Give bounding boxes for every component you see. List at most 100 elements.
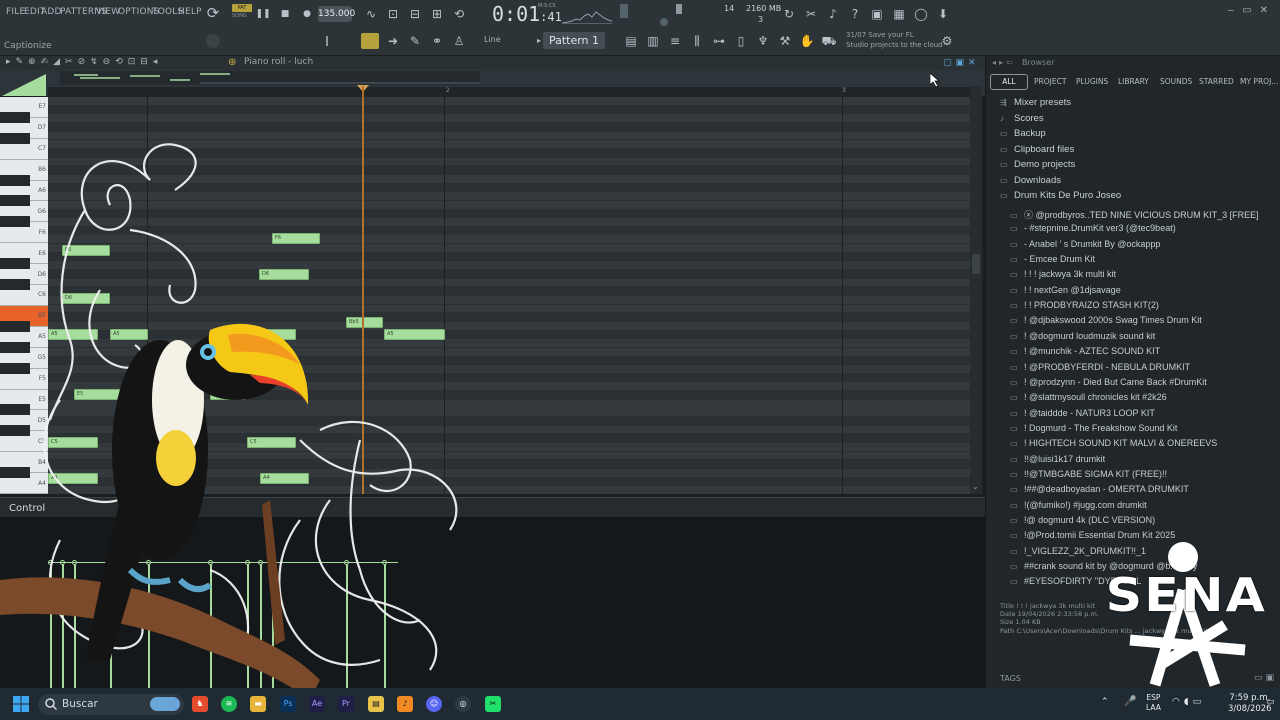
time-format-label[interactable]: M:S:CS (538, 3, 556, 9)
menu-file[interactable]: FILE (6, 7, 25, 17)
tempo-display[interactable]: 135.000 (318, 6, 355, 22)
browser-folder[interactable]: ▭ Downloads (1000, 175, 1061, 186)
countdown-icon[interactable]: ⊟ (406, 5, 424, 23)
spotify-icon[interactable]: ≋ (221, 696, 237, 712)
browser-subfolder[interactable]: ▭ !!@TMBGABE SIGMA KIT (FREE)!! (1010, 469, 1167, 479)
browser-subfolder[interactable]: ▭ ! ! ! jackwya 3k multi kit (1010, 269, 1116, 279)
discord-icon[interactable]: ☺ (426, 696, 442, 712)
browser-nav-icons[interactable]: ◂▸⇦ (992, 58, 1016, 67)
song-toggle[interactable]: SONG (232, 13, 247, 19)
scrollbar-thumb[interactable] (972, 254, 980, 274)
browser-folder[interactable]: ♪ Scores (1000, 113, 1044, 124)
cut-icon[interactable]: ✂ (802, 5, 820, 23)
menu-help[interactable]: HELP (178, 7, 202, 17)
photoshop-icon[interactable]: Ps (280, 696, 296, 712)
language-indicator[interactable]: ESP LAA (1146, 693, 1161, 713)
chat-icon[interactable]: ◯ (912, 5, 930, 23)
file-icon[interactable]: ▯ (732, 32, 750, 50)
step-edit-icon[interactable]: ⊞ (428, 5, 446, 23)
wait-icon[interactable]: ⊡ (384, 5, 402, 23)
browser-subfolder[interactable]: ▭ ! ! PRODBYRAIZO STASH KIT(2) (1010, 300, 1159, 310)
piano-roll-window-controls[interactable]: ▢▣✕ (943, 58, 980, 68)
notifications-icon[interactable]: ▭ (1266, 697, 1275, 707)
master-pitch-knob[interactable] (660, 18, 668, 26)
browser-subfolder[interactable]: ▭ ! @taiddde - NATUR3 LOOP KIT (1010, 408, 1155, 418)
tab-sounds[interactable]: SOUNDS (1160, 77, 1192, 86)
tab-project[interactable]: PROJECT (1034, 77, 1066, 86)
browser-subfolder[interactable]: ▭ ! @munchik - AZTEC SOUND KIT (1010, 346, 1160, 356)
browser-subfolder[interactable]: ▭ !##@deadboyadan - OMERTA DRUMKIT (1010, 484, 1189, 494)
capcut-icon[interactable]: ✂ (485, 696, 501, 712)
record-button[interactable]: ● (298, 5, 316, 23)
pause-button[interactable]: ❚❚ (254, 5, 272, 23)
channel-rack-icon[interactable]: ▥ (644, 32, 662, 50)
plugin-icon[interactable]: ♆ (754, 32, 772, 50)
playlist-icon[interactable]: ▤ (622, 32, 640, 50)
tab-library[interactable]: LIBRARY (1118, 77, 1149, 86)
news-line-1[interactable]: 31/07 Save your FL (846, 31, 914, 39)
news-settings-icon[interactable]: ⚙ (938, 32, 956, 50)
stamp-icon[interactable]: ♙ (450, 32, 468, 50)
cart-icon[interactable]: ⛟ (820, 32, 838, 50)
browser-subfolder[interactable]: ▭ ! HIGHTECH SOUND KIT MALVI & ONEREEVS (1010, 438, 1217, 448)
pat-toggle[interactable]: PAT (232, 4, 252, 12)
tab-starred[interactable]: STARRED (1199, 77, 1234, 86)
browser-folder[interactable]: ▭ Backup (1000, 128, 1046, 139)
office-icon[interactable]: ▤ (368, 696, 384, 712)
tray-network-icons[interactable]: ◠◖▭ (1172, 697, 1205, 707)
browser-folder[interactable]: ▭ Demo projects (1000, 159, 1075, 170)
browser-subfolder[interactable]: ▭ ! @slattmysoull chronicles kit #2k26 (1010, 392, 1167, 402)
mixer-faders-icon[interactable]: ⫼ (688, 32, 706, 50)
windows-start-icon[interactable] (13, 696, 29, 712)
browser-subfolder[interactable]: ▭ ⓧ @prodbyros..TED NINE VICIOUS DRUM KIT… (1010, 208, 1259, 221)
tool-icon[interactable]: ⚒ (776, 32, 794, 50)
menu-add[interactable]: ADD (41, 7, 62, 17)
browser-subfolder[interactable]: ▭ ! @dogmurd loudmuzik sound kit (1010, 331, 1155, 341)
fl-studio-taskbar-icon[interactable]: ♪ (397, 696, 413, 712)
after-effects-icon[interactable]: Ae (309, 696, 325, 712)
loop-record-icon[interactable]: ⟲ (450, 5, 468, 23)
browser-subfolder[interactable]: ▭ !(@fumiko!) #jugg.com drumkit (1010, 500, 1147, 510)
browser-folder[interactable]: ⇶ Mixer presets (1000, 97, 1071, 108)
browser-subfolder[interactable]: ▭ !!@luisi1k17 drumkit (1010, 454, 1105, 464)
mixer-view-icon[interactable]: ≡ (666, 32, 684, 50)
browser-subfolder[interactable]: ▭ - #stepnine.DrumKit ver3 (@tec9beat) (1010, 223, 1176, 233)
mixer-icon[interactable]: ▦ (890, 5, 908, 23)
overview-strip[interactable] (60, 71, 480, 85)
vertical-scrollbar[interactable]: ⌄ (970, 86, 982, 494)
tray-chevron-icon[interactable]: ⌃ (1101, 697, 1109, 707)
browser-subfolder[interactable]: ▭ !@ dogmurd 4k (DLC VERSION) (1010, 515, 1155, 525)
brave-browser-icon[interactable]: ♞ (192, 696, 208, 712)
tab-all[interactable]: ALL (990, 74, 1028, 90)
record-loop-icon[interactable]: ⟳ (204, 4, 222, 22)
browser-subfolder[interactable]: ▭ - Emcee Drum Kit (1010, 254, 1095, 264)
download-icon[interactable]: ⬇ (934, 5, 952, 23)
premiere-icon[interactable]: Pr (338, 696, 354, 712)
metronome-icon[interactable]: ∿ (362, 5, 380, 23)
link-icon[interactable]: ⚭ (428, 32, 446, 50)
browser-subfolder[interactable]: ▭ ! Dogmurd - The Freakshow Sound Kit (1010, 423, 1177, 433)
browser-subfolder[interactable]: ▭ ! @prodzynn - Died But Came Back #DrumK… (1010, 377, 1207, 387)
scroll-down-icon[interactable]: ⌄ (972, 482, 979, 491)
pattern-selector[interactable]: Pattern 1 (543, 32, 605, 49)
save-icon[interactable]: ▣ (868, 5, 886, 23)
browser-folder[interactable]: ▭ Clipboard files (1000, 144, 1074, 155)
piano-roll-tools[interactable]: ▸✎⊕✍◢✂⊘↯⊖⟲⊡⊟◂ (6, 57, 162, 67)
tray-mic-icon[interactable]: 🎤 (1124, 696, 1136, 707)
stop-button[interactable]: ■ (276, 5, 294, 23)
browser-subfolder[interactable]: ▭ - Anabel ' s Drumkit By @ockappp (1010, 239, 1160, 249)
snap-select[interactable]: Line (484, 35, 501, 44)
browser-folder[interactable]: ▭ Drum Kits De Puro Joseo (1000, 190, 1121, 201)
touch-icon[interactable]: ✋ (798, 32, 816, 50)
piano-roll-menu-icon[interactable]: ⊛ (228, 57, 236, 68)
refresh-icon[interactable]: ↻ (780, 5, 798, 23)
news-line-2[interactable]: Studio projects to the cloud (846, 41, 943, 49)
browser-subfolder[interactable]: ▭ ! @djbakswood 2000s Swag Times Drum Kit (1010, 315, 1202, 325)
tab-plugins[interactable]: PLUGINS (1076, 77, 1108, 86)
steam-icon[interactable]: ◎ (455, 696, 471, 712)
arrow-right-icon[interactable]: ➜ (384, 32, 402, 50)
browser-subfolder[interactable]: ▭ !@Prod.tomii Essential Drum Kit 2025 (1010, 530, 1175, 540)
file-explorer-icon[interactable]: ▬ (250, 696, 266, 712)
help-icon[interactable]: ? (846, 5, 864, 23)
microphone-icon[interactable]: ♪ (824, 5, 842, 23)
